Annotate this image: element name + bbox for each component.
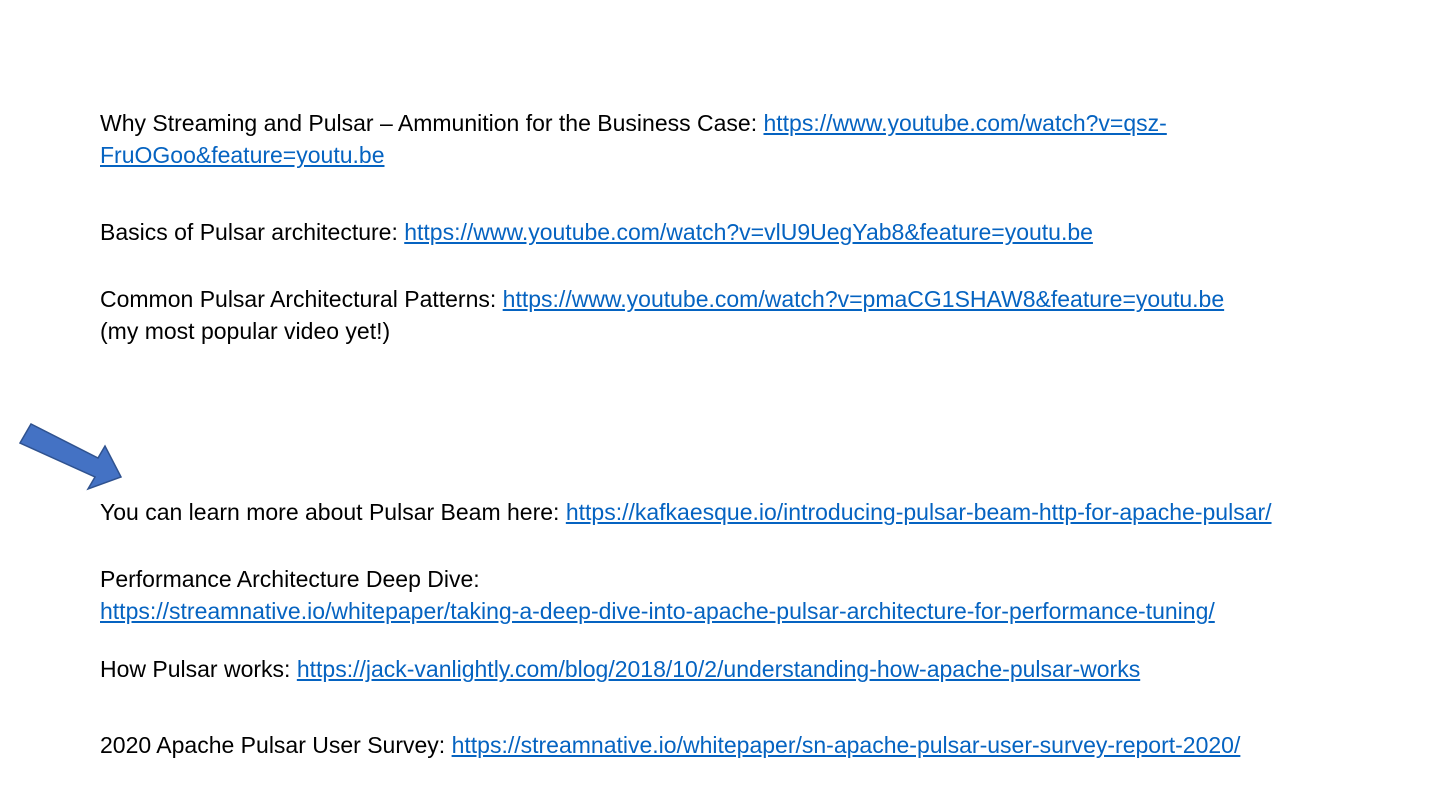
resource-architectural-patterns: Common Pulsar Architectural Patterns: ht… [100, 283, 1420, 347]
resource-link[interactable]: https://jack-vanlightly.com/blog/2018/10… [297, 656, 1140, 682]
resource-architecture-basics: Basics of Pulsar architecture: https://w… [100, 216, 1420, 248]
resource-link-part2[interactable]: FruOGoo&feature=youtu.be [100, 139, 1420, 171]
resource-label: Performance Architecture Deep Dive: [100, 566, 480, 592]
resource-business-case: Why Streaming and Pulsar – Ammunition fo… [100, 107, 1420, 171]
resource-label: You can learn more about Pulsar Beam her… [100, 499, 566, 525]
resource-label: Basics of Pulsar architecture: [100, 219, 405, 245]
resource-label: 2020 Apache Pulsar User Survey: [100, 732, 452, 758]
resource-note: (my most popular video yet!) [100, 318, 391, 344]
resource-label: Why Streaming and Pulsar – Ammunition fo… [100, 110, 764, 136]
resource-link-part1[interactable]: https://www.youtube.com/watch?v=qsz- [763, 110, 1166, 136]
resource-link[interactable]: https://kafkaesque.io/introducing-pulsar… [566, 499, 1272, 525]
resource-performance-deep-dive: Performance Architecture Deep Dive: http… [100, 563, 1420, 627]
resource-label: Common Pulsar Architectural Patterns: [100, 286, 503, 312]
right-arrow-icon [18, 423, 123, 491]
resource-link[interactable]: https://www.youtube.com/watch?v=pmaCG1SH… [503, 286, 1224, 312]
resource-label: How Pulsar works: [100, 656, 297, 682]
resource-link[interactable]: https://www.youtube.com/watch?v=vlU9UegY… [404, 219, 1093, 245]
slide: Why Streaming and Pulsar – Ammunition fo… [0, 0, 1440, 810]
resource-how-pulsar-works: How Pulsar works: https://jack-vanlightl… [100, 653, 1420, 685]
resource-link[interactable]: https://streamnative.io/whitepaper/takin… [100, 595, 1420, 627]
resource-pulsar-beam: You can learn more about Pulsar Beam her… [100, 496, 1420, 528]
resource-user-survey: 2020 Apache Pulsar User Survey: https://… [100, 729, 1420, 761]
resource-link[interactable]: https://streamnative.io/whitepaper/sn-ap… [452, 732, 1241, 758]
